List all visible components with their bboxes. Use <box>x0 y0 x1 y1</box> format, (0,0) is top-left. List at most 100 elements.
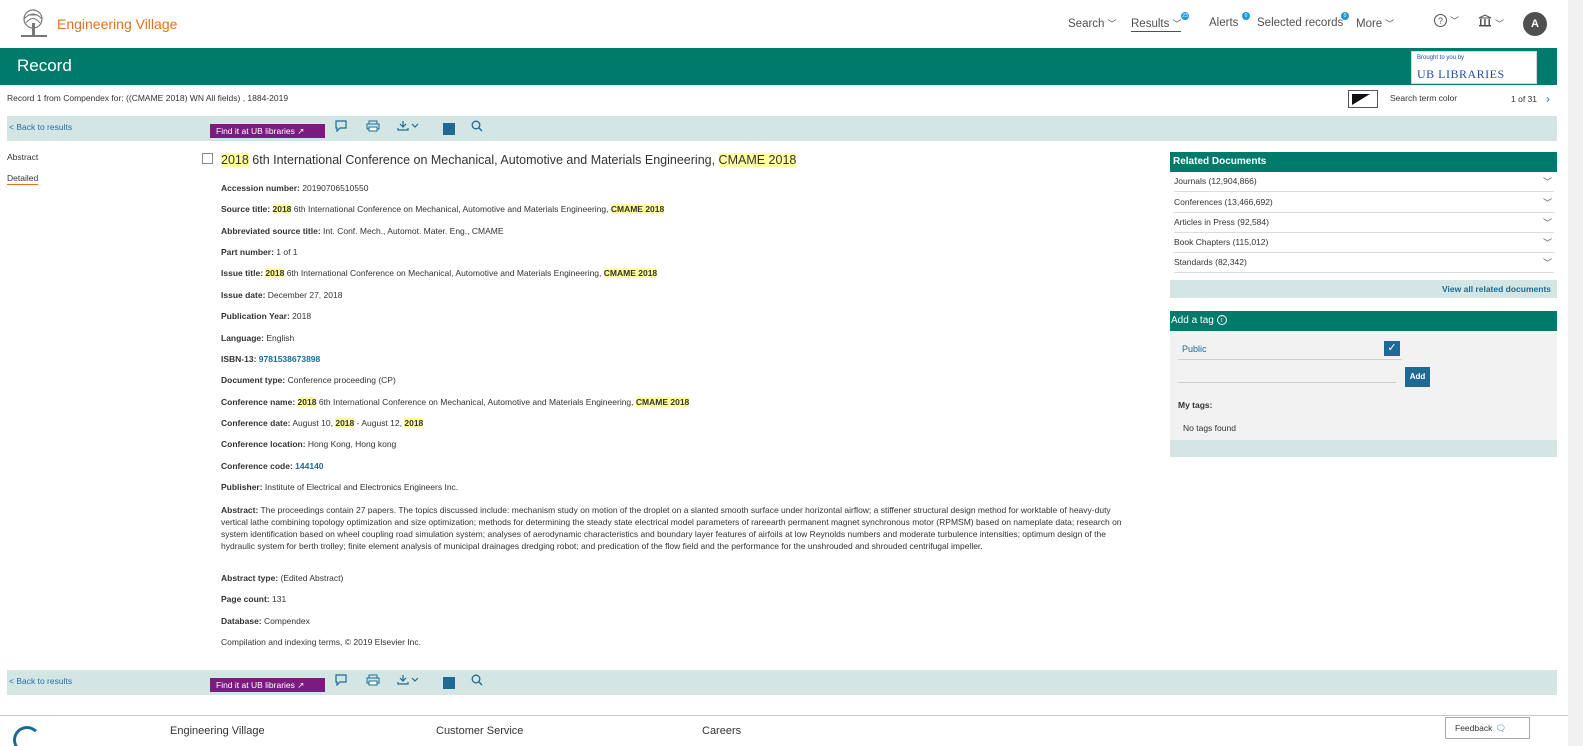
tab-detailed[interactable]: Detailed <box>7 173 39 185</box>
chevron-down-icon: ﹀ <box>1542 238 1552 248</box>
help-icon: ? <box>1434 14 1447 27</box>
record-toolbar-bottom: < Back to results Find it at UB librarie… <box>7 670 1557 695</box>
my-tags-label: My tags: <box>1178 400 1213 410</box>
no-tags-message: No tags found <box>1183 423 1236 433</box>
print-icon[interactable] <box>366 120 380 135</box>
save-folder-icon[interactable] <box>443 677 455 689</box>
field-conference-name: Conference name: 2018 6th International … <box>221 397 690 407</box>
elsevier-tree-logo[interactable] <box>18 9 50 39</box>
find-at-library-button[interactable]: Find it at UB libraries ↗ <box>210 678 325 692</box>
search-icon[interactable] <box>471 120 483 135</box>
record-title: 2018 6th International Conference on Mec… <box>221 153 797 167</box>
top-bar: Engineering Village Search ﹀ Results ﹀ 23 … <box>0 0 1568 48</box>
field-publication-year: Publication Year: 2018 <box>221 311 312 321</box>
field-page-count: Page count: 131 <box>221 594 287 604</box>
nav-alerts[interactable]: Alerts <box>1209 17 1238 29</box>
save-folder-icon[interactable] <box>443 123 455 135</box>
related-item-conferences[interactable]: Conferences (13,466,692) ﹀ <box>1174 193 1554 213</box>
brand-name[interactable]: Engineering Village <box>57 16 177 32</box>
chevron-right-icon[interactable]: › <box>1546 92 1550 106</box>
field-accession-number: Accession number: 20190706510550 <box>221 183 369 193</box>
chevron-down-icon: ﹀ <box>1385 19 1395 29</box>
tag-visibility-select[interactable]: Public <box>1182 344 1207 354</box>
field-conference-date: Conference date: August 10, 2018 - Augus… <box>221 418 424 428</box>
field-issue-title: Issue title: 2018 6th International Conf… <box>221 268 658 278</box>
field-publisher: Publisher: Institute of Electrical and E… <box>221 482 459 492</box>
nav-selected-records[interactable]: Selected records <box>1257 17 1343 29</box>
field-part-number: Part number: 1 of 1 <box>221 247 298 257</box>
user-avatar[interactable]: A <box>1523 12 1547 36</box>
field-database: Database: Compendex <box>221 616 310 626</box>
field-isbn: ISBN-13: 9781538673898 <box>221 354 321 364</box>
tab-abstract[interactable]: Abstract <box>7 152 38 162</box>
related-item-articles-in-press[interactable]: Articles in Press (92,584) ﹀ <box>1174 213 1554 233</box>
field-issue-date: Issue date: December 27, 2018 <box>221 290 343 300</box>
field-document-type: Document type: Conference proceeding (CP… <box>221 375 396 385</box>
chevron-down-icon: ﹀ <box>1107 19 1117 29</box>
nav-results[interactable]: Results ﹀ <box>1131 17 1182 32</box>
field-abstract: Abstract: The proceedings contain 27 pap… <box>221 505 1122 551</box>
tag-input[interactable] <box>1178 382 1396 383</box>
field-abbreviated-source-title: Abbreviated source title: Int. Conf. Mec… <box>221 226 504 236</box>
speech-bubble-icon: 🗨 <box>1495 723 1507 733</box>
institution-icon <box>1478 14 1492 27</box>
checkmark-icon[interactable]: ✓ <box>1384 341 1400 356</box>
footer-link-engineering-village[interactable]: Engineering Village <box>170 725 265 737</box>
library-logo[interactable]: Brought to you by UB LIBRARIES <box>1411 51 1537 84</box>
field-abstract-type: Abstract type: (Edited Abstract) <box>221 573 344 583</box>
search-term-color-label: Search term color <box>1390 93 1458 103</box>
scrollbar[interactable] <box>1568 0 1583 746</box>
elsevier-logo-icon[interactable] <box>13 726 41 746</box>
select-record-checkbox[interactable] <box>202 153 213 164</box>
nav-more[interactable]: More ﹀ <box>1356 17 1394 30</box>
field-language: Language: English <box>221 333 295 343</box>
field-source-title: Source title: 2018 6th International Con… <box>221 204 665 214</box>
field-conference-location: Conference location: Hong Kong, Hong kon… <box>221 439 397 449</box>
selected-badge: 0 <box>1341 12 1349 20</box>
related-item-standards[interactable]: Standards (82,342) ﹀ <box>1174 253 1554 273</box>
alerts-badge: 0 <box>1242 12 1250 20</box>
back-to-results-link[interactable]: < Back to results <box>9 122 72 132</box>
add-tag-button[interactable]: Add <box>1405 367 1430 387</box>
footer-link-careers[interactable]: Careers <box>702 725 741 737</box>
related-item-journals[interactable]: Journals (12,904,866) ﹀ <box>1174 172 1554 192</box>
info-icon[interactable]: i <box>1216 315 1227 326</box>
page-title: Record <box>17 56 72 75</box>
conference-code-link[interactable]: 144140 <box>293 461 323 471</box>
feedback-button[interactable]: Feedback 🗨 <box>1445 717 1530 739</box>
field-conference-code: Conference code: 144140 <box>221 461 324 471</box>
institution-menu[interactable]: ﹀ <box>1478 14 1504 30</box>
copyright-notice: Compilation and indexing terms, © 2019 E… <box>221 637 421 647</box>
nav-search[interactable]: Search ﹀ <box>1068 17 1116 30</box>
view-all-related-link[interactable]: View all related documents <box>1442 284 1551 294</box>
related-documents-footer: View all related documents <box>1170 280 1557 298</box>
back-to-results-link[interactable]: < Back to results <box>9 676 72 686</box>
record-banner: Record Brought to you by UB LIBRARIES <box>0 48 1557 85</box>
comment-icon[interactable] <box>335 120 347 135</box>
chevron-down-icon: ﹀ <box>1172 19 1182 29</box>
comment-icon[interactable] <box>335 674 347 689</box>
footer-link-customer-service[interactable]: Customer Service <box>436 725 523 737</box>
record-info: Record 1 from Compendex for: ((CMAME 201… <box>7 93 289 103</box>
search-term-color-picker[interactable] <box>1348 90 1378 108</box>
add-tag-title: Add a tag i <box>1170 311 1557 331</box>
isbn-link[interactable]: 9781538673898 <box>256 354 320 364</box>
chevron-down-icon: ﹀ <box>1542 218 1552 228</box>
find-at-library-button[interactable]: Find it at UB libraries ↗ <box>210 124 325 138</box>
chevron-down-icon: ﹀ <box>1542 198 1552 208</box>
related-documents-title: Related Documents <box>1170 152 1557 172</box>
results-badge: 23 <box>1181 12 1189 20</box>
download-icon[interactable] <box>397 120 423 135</box>
help-menu[interactable]: ? ﹀ <box>1434 14 1459 27</box>
print-icon[interactable] <box>366 674 380 689</box>
chevron-down-icon: ﹀ <box>1542 177 1552 187</box>
download-icon[interactable] <box>397 674 423 689</box>
related-item-book-chapters[interactable]: Book Chapters (115,012) ﹀ <box>1174 233 1554 253</box>
chevron-down-icon: ﹀ <box>1495 19 1505 29</box>
related-documents-panel: Related Documents Journals (12,904,866) ﹀… <box>1170 152 1557 298</box>
chevron-down-icon: ﹀ <box>1542 258 1552 268</box>
record-pager: 1 of 31 <box>1511 94 1537 104</box>
search-icon[interactable] <box>471 674 483 689</box>
record-toolbar-top: < Back to results Find it at UB librarie… <box>7 116 1557 141</box>
add-tag-panel: Add a tag i Public ✓ Add My tags: No tags… <box>1170 311 1557 457</box>
